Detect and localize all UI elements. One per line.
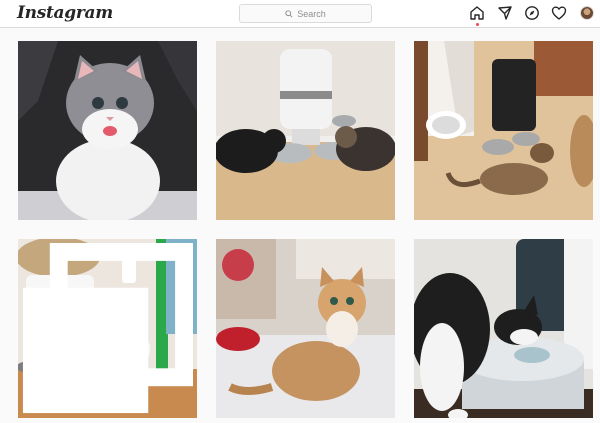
post-tile[interactable] xyxy=(414,239,593,418)
instagram-logo[interactable]: Instagram xyxy=(17,3,113,23)
search-placeholder: Search xyxy=(297,8,326,19)
post-grid xyxy=(0,28,600,423)
top-navigation-bar: Instagram Search xyxy=(0,0,600,28)
active-indicator xyxy=(476,23,479,26)
avatar[interactable] xyxy=(580,6,594,20)
home-icon xyxy=(470,6,484,20)
post-image xyxy=(414,239,593,418)
explore-button[interactable] xyxy=(524,5,542,23)
post-image xyxy=(216,41,395,220)
post-tile[interactable] xyxy=(414,41,593,220)
compass-icon xyxy=(525,6,539,20)
post-image xyxy=(414,41,593,220)
post-tile[interactable] xyxy=(18,41,197,220)
post-tile[interactable] xyxy=(18,239,197,418)
heart-icon xyxy=(551,6,567,20)
post-tile[interactable] xyxy=(216,239,395,418)
post-tile[interactable] xyxy=(216,41,395,220)
home-button[interactable] xyxy=(469,5,487,26)
multiple-photos-icon xyxy=(22,243,193,414)
post-image xyxy=(18,41,197,220)
search-input[interactable]: Search xyxy=(239,4,372,23)
search-icon xyxy=(285,9,293,18)
direct-messages-button[interactable] xyxy=(497,5,515,23)
post-image xyxy=(216,239,395,418)
activity-button[interactable] xyxy=(551,5,569,23)
paper-plane-icon xyxy=(498,6,512,20)
